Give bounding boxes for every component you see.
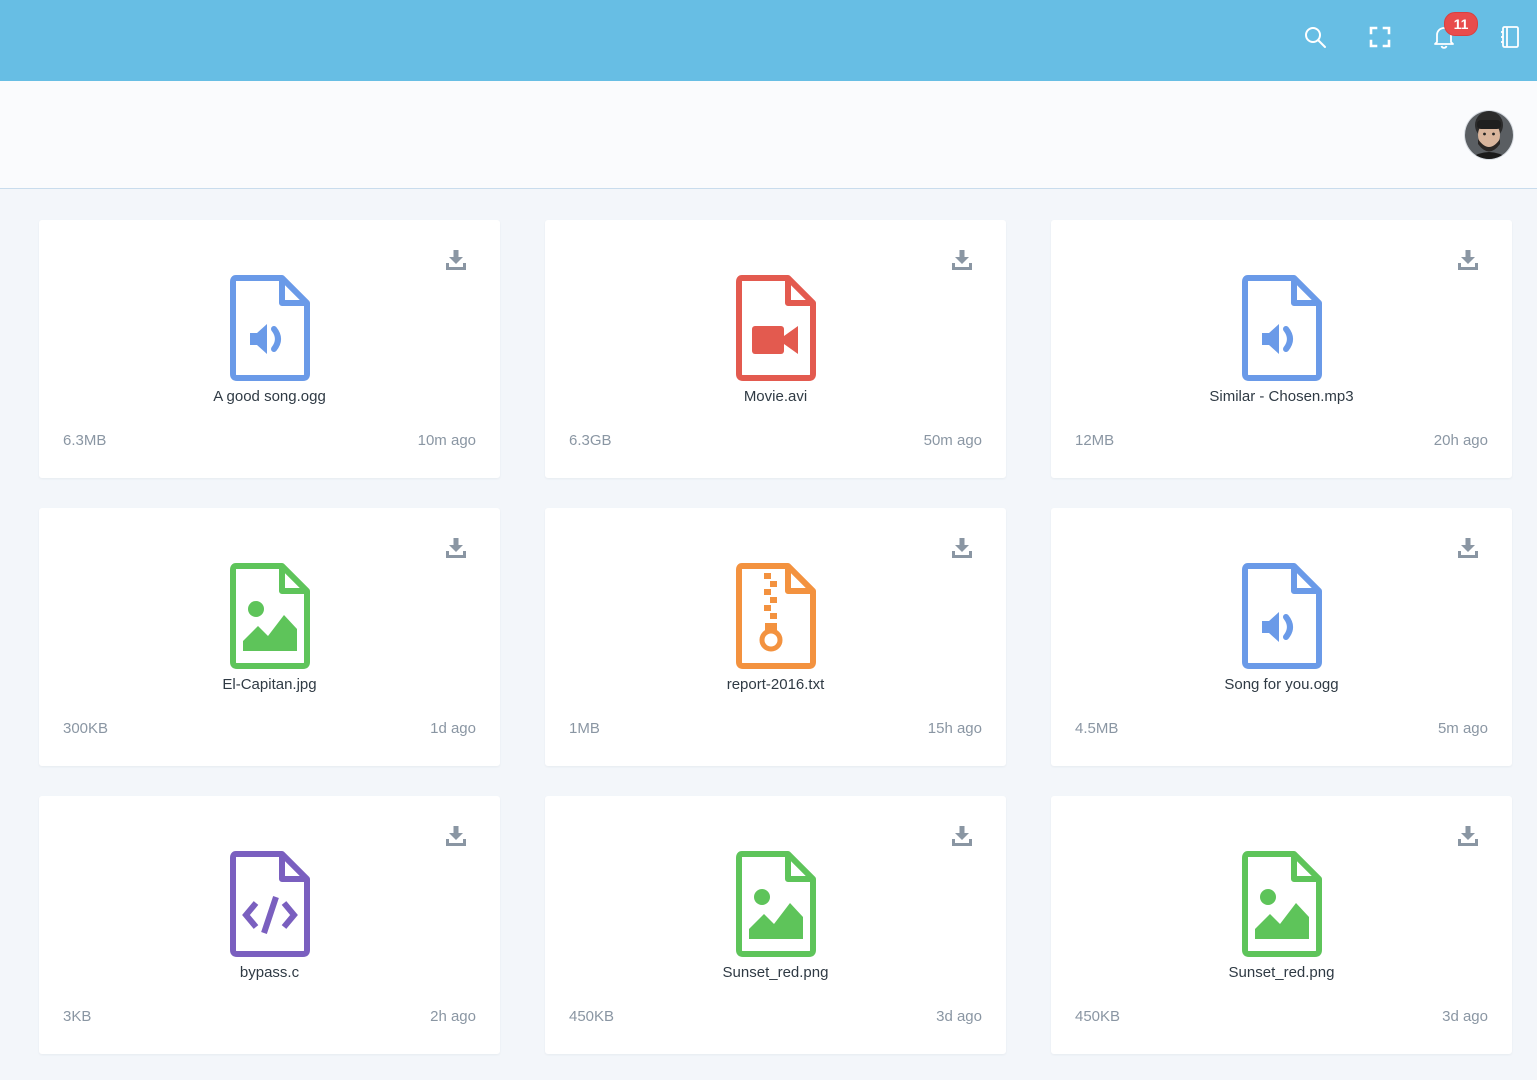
- file-size: 1MB: [569, 720, 600, 737]
- file-time: 15h ago: [927, 720, 982, 737]
- video-file-icon: [736, 275, 816, 381]
- file-card[interactable]: Song for you.ogg 4.5MB 5m ago: [1051, 508, 1512, 766]
- download-icon[interactable]: [951, 249, 973, 271]
- file-time: 20h ago: [1433, 432, 1488, 449]
- download-icon[interactable]: [1457, 249, 1479, 271]
- download-icon[interactable]: [951, 537, 973, 559]
- file-name[interactable]: Movie.avi: [545, 388, 1006, 405]
- file-size: 12MB: [1075, 432, 1115, 449]
- file-name[interactable]: Sunset_red.png: [1051, 964, 1512, 981]
- audio-file-icon: [230, 275, 310, 381]
- file-time: 50m ago: [923, 432, 982, 449]
- file-card[interactable]: Movie.avi 6.3GB 50m ago: [545, 220, 1006, 478]
- file-card[interactable]: report-2016.txt 1MB 15h ago: [545, 508, 1006, 766]
- image-file-icon: [736, 851, 816, 957]
- top-bar: 11: [0, 0, 1537, 81]
- file-time: 1d ago: [430, 720, 476, 737]
- notebook-icon[interactable]: [1497, 24, 1523, 50]
- file-size: 450KB: [569, 1008, 615, 1025]
- file-time: 10m ago: [417, 432, 476, 449]
- search-icon[interactable]: [1302, 24, 1328, 50]
- file-size: 4.5MB: [1075, 720, 1119, 737]
- file-name[interactable]: bypass.c: [39, 964, 500, 981]
- file-name[interactable]: Similar - Chosen.mp3: [1051, 388, 1512, 405]
- download-icon[interactable]: [1457, 537, 1479, 559]
- notification-badge: 11: [1444, 12, 1478, 36]
- file-name[interactable]: Song for you.ogg: [1051, 676, 1512, 693]
- file-size: 300KB: [63, 720, 109, 737]
- fullscreen-icon[interactable]: [1367, 24, 1393, 50]
- file-size: 6.3MB: [63, 432, 107, 449]
- download-icon[interactable]: [951, 825, 973, 847]
- file-card[interactable]: A good song.ogg 6.3MB 10m ago: [39, 220, 500, 478]
- file-time: 3d ago: [936, 1008, 982, 1025]
- file-time: 3d ago: [1442, 1008, 1488, 1025]
- sub-header: [0, 81, 1537, 189]
- file-card[interactable]: Similar - Chosen.mp3 12MB 20h ago: [1051, 220, 1512, 478]
- audio-file-icon: [1242, 275, 1322, 381]
- code-file-icon: [230, 851, 310, 957]
- image-file-icon: [1242, 851, 1322, 957]
- archive-file-icon: [736, 563, 816, 669]
- download-icon[interactable]: [445, 249, 467, 271]
- file-size: 6.3GB: [569, 432, 612, 449]
- file-card[interactable]: El-Capitan.jpg 300KB 1d ago: [39, 508, 500, 766]
- file-time: 2h ago: [430, 1008, 476, 1025]
- file-size: 450KB: [1075, 1008, 1121, 1025]
- file-name[interactable]: Sunset_red.png: [545, 964, 1006, 981]
- file-name[interactable]: report-2016.txt: [545, 676, 1006, 693]
- file-name[interactable]: A good song.ogg: [39, 388, 500, 405]
- download-icon[interactable]: [1457, 825, 1479, 847]
- user-avatar[interactable]: [1465, 111, 1513, 159]
- file-size: 3KB: [63, 1008, 92, 1025]
- file-name[interactable]: El-Capitan.jpg: [39, 676, 500, 693]
- file-card[interactable]: bypass.c 3KB 2h ago: [39, 796, 500, 1054]
- image-file-icon: [230, 563, 310, 669]
- file-card[interactable]: Sunset_red.png 450KB 3d ago: [1051, 796, 1512, 1054]
- download-icon[interactable]: [445, 825, 467, 847]
- file-card[interactable]: Sunset_red.png 450KB 3d ago: [545, 796, 1006, 1054]
- download-icon[interactable]: [445, 537, 467, 559]
- file-time: 5m ago: [1437, 720, 1488, 737]
- audio-file-icon: [1242, 563, 1322, 669]
